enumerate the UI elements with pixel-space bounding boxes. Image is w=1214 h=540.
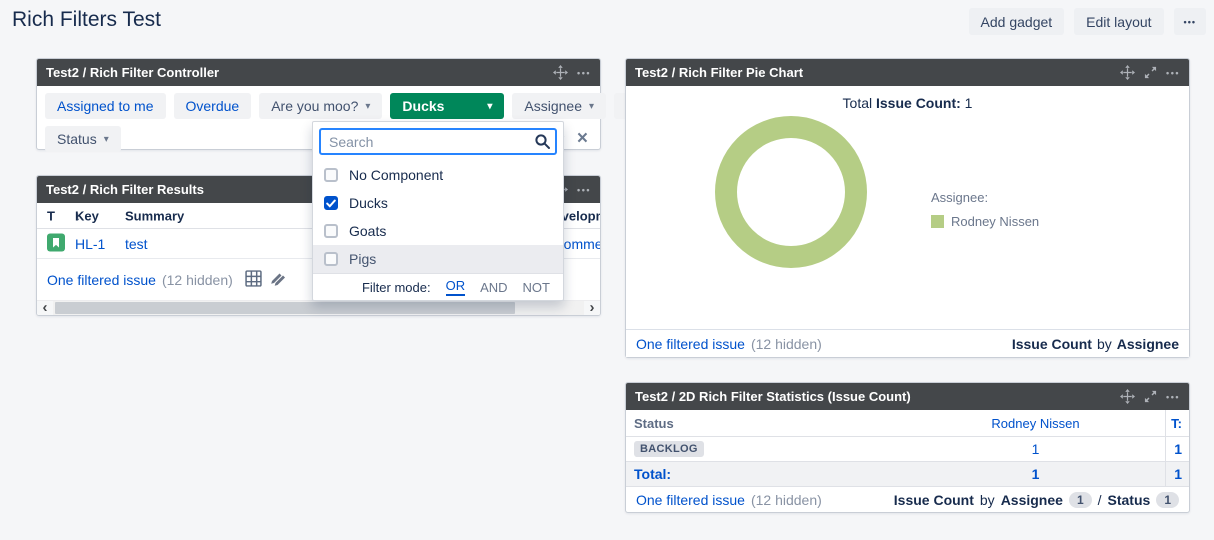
gadget-more-icon[interactable]: ••• (577, 68, 591, 78)
column-user-link[interactable]: Rodney Nissen (991, 416, 1079, 431)
donut-chart[interactable] (715, 116, 867, 268)
controller-gadget-header: Test2 / Rich Filter Controller ••• (37, 59, 600, 86)
dashboard-more-button[interactable]: ••• (1174, 8, 1206, 35)
stats-column-headers: Status Rodney Nissen T: (626, 410, 1189, 437)
checkbox-unchecked[interactable] (324, 252, 338, 266)
stats-gadget-header: Test2 / 2D Rich Filter Statistics (Issue… (626, 383, 1189, 410)
assignee-count-pill: 1 (1069, 492, 1092, 508)
pie-gadget-title: Test2 / Rich Filter Pie Chart (635, 65, 1120, 80)
checkbox-unchecked[interactable] (324, 224, 338, 238)
mode-or[interactable]: OR (446, 278, 466, 296)
filter-status[interactable]: Status ▾ (45, 126, 121, 152)
hidden-count: (12 hidden) (751, 336, 822, 352)
controller-gadget-title: Test2 / Rich Filter Controller (46, 65, 553, 80)
expand-gadget-icon[interactable] (1144, 390, 1157, 403)
table-row: BACKLOG 1 1 (626, 437, 1189, 462)
page-title: Rich Filters Test (12, 8, 161, 32)
dashboard: Rich Filters Test Add gadget Edit layout… (0, 0, 1214, 540)
move-gadget-icon[interactable] (553, 65, 568, 80)
filter-assigned-to-me[interactable]: Assigned to me (45, 93, 166, 119)
close-icon[interactable]: × (577, 129, 588, 148)
scroll-right-arrow[interactable]: › (584, 301, 600, 315)
legend-label: Rodney Nissen (951, 214, 1039, 229)
pie-total-line: Total Issue Count: 1 (626, 95, 1189, 111)
option-no-component[interactable]: No Component (313, 161, 563, 189)
option-goats[interactable]: Goats (313, 217, 563, 245)
column-type[interactable]: T (47, 208, 55, 223)
scrollbar-thumb[interactable] (55, 302, 515, 314)
column-status: Status (626, 410, 906, 436)
filtered-issue-link[interactable]: One filtered issue (636, 492, 745, 508)
filter-mode-bar: Filter mode: OR AND NOT (313, 273, 563, 300)
filter-row-1: Assigned to me Overdue Are you moo? ▾ Du… (45, 93, 592, 119)
dropdown-search (319, 128, 557, 155)
gadget-more-icon[interactable]: ••• (577, 185, 591, 195)
legend-item: Rodney Nissen (931, 214, 1039, 229)
chevron-down-icon: ▾ (487, 101, 492, 112)
filter-ducks[interactable]: Ducks ▾ (390, 93, 504, 119)
scroll-left-arrow[interactable]: ‹ (37, 301, 53, 315)
columns-table-icon[interactable] (245, 270, 262, 290)
pie-footer: One filtered issue (12 hidden) Issue Cou… (626, 329, 1189, 357)
hidden-count: (12 hidden) (751, 492, 822, 508)
chevron-down-icon: ▾ (589, 101, 594, 112)
edit-layout-button[interactable]: Edit layout (1074, 8, 1163, 35)
filter-assignee[interactable]: Assignee ▾ (512, 93, 606, 119)
stats-gadget: Test2 / 2D Rich Filter Statistics (Issue… (625, 382, 1190, 513)
legend-title: Assignee: (931, 190, 1039, 205)
total-row-total-link[interactable]: 1 (1174, 466, 1182, 482)
checkbox-checked[interactable] (324, 196, 338, 210)
scrollbar-track[interactable] (53, 301, 584, 315)
stats-gadget-title: Test2 / 2D Rich Filter Statistics (Issue… (635, 389, 1120, 404)
option-ducks[interactable]: Ducks (313, 189, 563, 217)
gadget-more-icon[interactable]: ••• (1166, 68, 1180, 78)
add-gadget-button[interactable]: Add gadget (969, 8, 1065, 35)
total-label-link[interactable]: Total: (634, 466, 671, 482)
filtered-issue-link[interactable]: One filtered issue (47, 272, 156, 288)
filter-mode-label: Filter mode: (362, 280, 431, 295)
issue-summary-link[interactable]: test (125, 236, 148, 252)
total-row: Total: 1 1 (626, 462, 1189, 487)
sort-desc-icon: ↓ (75, 209, 81, 223)
legend-swatch (931, 215, 944, 228)
option-pigs[interactable]: Pigs (313, 245, 563, 273)
pie-gadget-header: Test2 / Rich Filter Pie Chart ••• (626, 59, 1189, 86)
hidden-count: (12 hidden) (162, 272, 233, 288)
column-summary[interactable]: Summary (125, 208, 184, 223)
chevron-down-icon: ▾ (365, 101, 370, 112)
stats-footer: One filtered issue (12 hidden) Issue Cou… (626, 487, 1189, 513)
chevron-down-icon: ▾ (104, 134, 109, 145)
horizontal-scrollbar: ‹ › (37, 300, 600, 315)
search-icon[interactable] (534, 133, 551, 155)
status-badge: BACKLOG (634, 441, 704, 457)
story-type-icon (47, 233, 65, 254)
status-count-pill: 1 (1156, 492, 1179, 508)
move-gadget-icon[interactable] (1120, 65, 1135, 80)
stat-value-link[interactable]: 1 (1032, 441, 1040, 457)
checkbox-unchecked[interactable] (324, 168, 338, 182)
chart-legend: Assignee: Rodney Nissen (931, 190, 1039, 229)
filter-overdue[interactable]: Overdue (174, 93, 252, 119)
filter-are-you-moo[interactable]: Are you moo? ▾ (259, 93, 382, 119)
search-input[interactable] (319, 128, 557, 155)
column-total-link[interactable]: T: (1171, 416, 1182, 431)
stat-row-total-link[interactable]: 1 (1174, 441, 1182, 457)
ducks-filter-dropdown: No Component Ducks Goats Pigs Filter mod… (312, 121, 564, 301)
mode-and[interactable]: AND (480, 280, 507, 295)
move-gadget-icon[interactable] (1120, 389, 1135, 404)
page-actions: Add gadget Edit layout ••• (969, 8, 1206, 35)
filtered-issue-link[interactable]: One filtered issue (636, 336, 745, 352)
gadget-more-icon[interactable]: ••• (1166, 392, 1180, 402)
issue-key-link[interactable]: HL-1 (75, 236, 105, 252)
total-value-link[interactable]: 1 (1032, 466, 1040, 482)
pie-gadget: Test2 / Rich Filter Pie Chart ••• Total … (625, 58, 1190, 358)
edit-columns-icon[interactable] (269, 270, 288, 290)
expand-gadget-icon[interactable] (1144, 66, 1157, 79)
mode-not[interactable]: NOT (523, 280, 550, 295)
